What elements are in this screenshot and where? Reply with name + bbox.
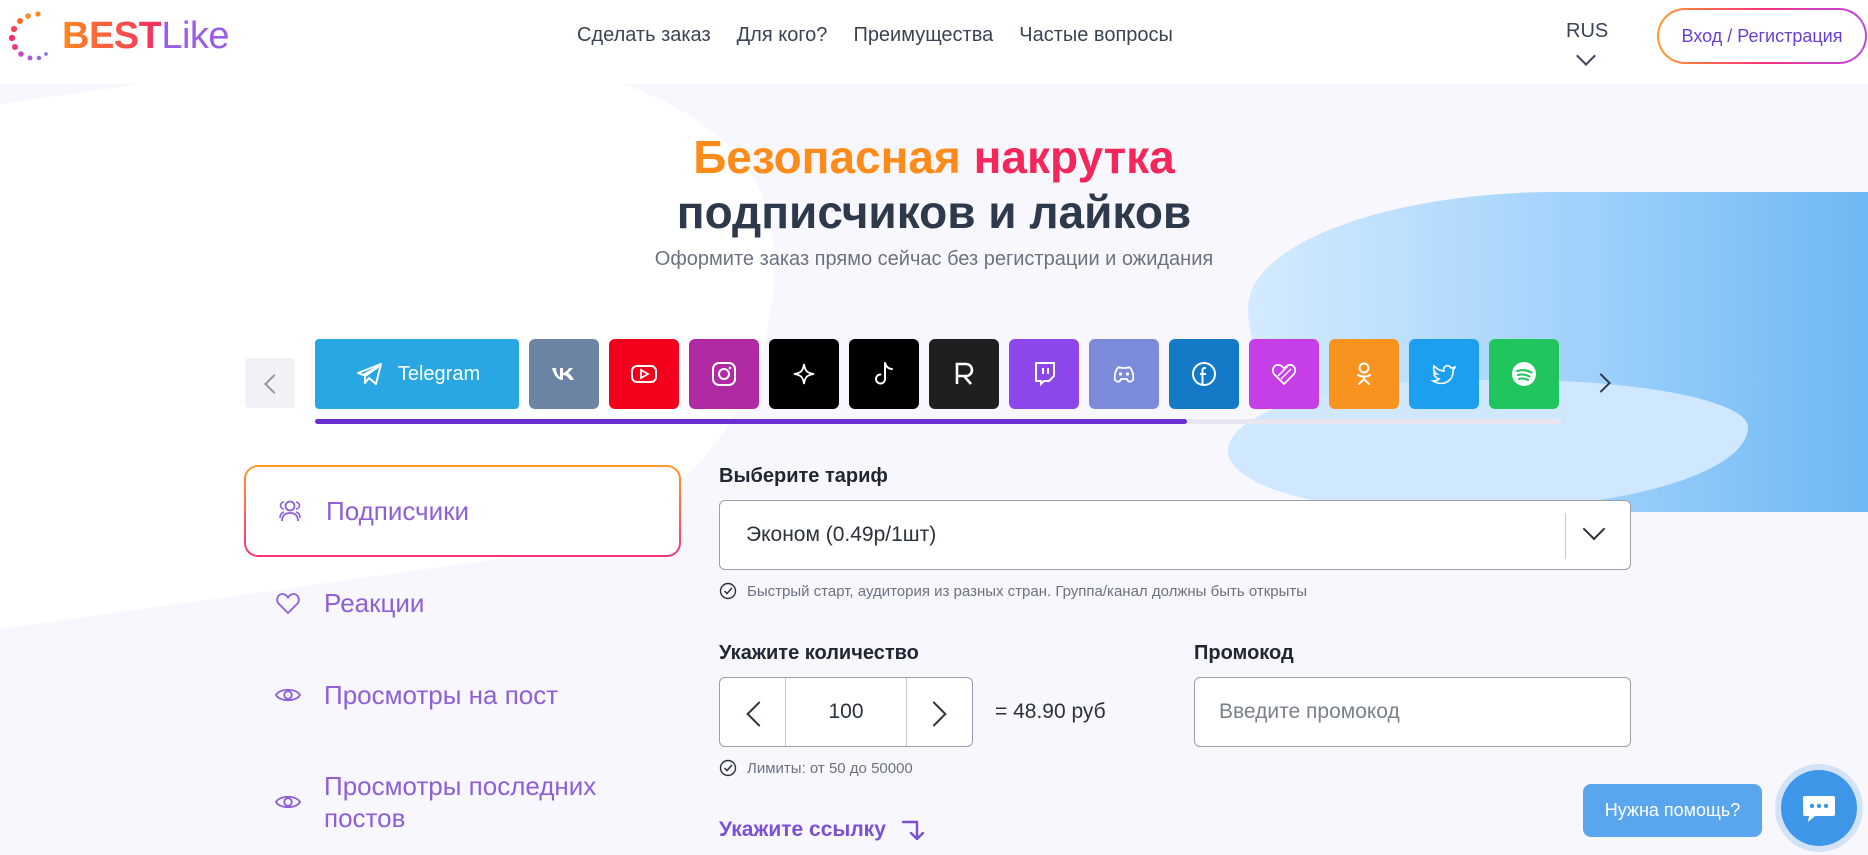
chat-bubble-icon [1803,796,1835,822]
platform-twitter[interactable] [1409,339,1479,409]
arrow-down-right-icon [901,820,925,841]
order-form: Выберите тариф Эконом (0.49р/1шт) Быстры… [719,465,1631,843]
quantity-increase-button[interactable] [906,678,972,746]
nav-for-whom[interactable]: Для кого? [737,24,828,47]
link-label: Укажите ссылку [719,817,1631,843]
platform-threads[interactable] [769,339,839,409]
category-reactions-label: Реакции [324,587,425,618]
category-recent-posts-views[interactable]: Просмотры последних постов [244,747,681,855]
platform-facebook[interactable] [1169,339,1239,409]
carousel-scrollbar[interactable] [315,419,1561,424]
category-reactions[interactable]: Реакции [244,557,681,649]
select-divider [1565,513,1566,559]
nav-faq[interactable]: Частые вопросы [1019,24,1173,47]
help-button[interactable]: Нужна помощь? [1583,784,1762,837]
twitter-icon [1430,364,1456,385]
quantity-decrease-button[interactable] [720,678,786,746]
platform-discord[interactable] [1089,339,1159,409]
chevron-down-icon [1582,517,1606,541]
quantity-input[interactable] [786,678,906,746]
language-selector[interactable]: RUS [1566,20,1609,66]
platform-carousel: Telegram [315,339,1559,409]
check-circle-icon [719,582,737,600]
nav-order[interactable]: Сделать заказ [577,24,711,47]
hero-title-line1: Безопасная накрутка [0,130,1868,184]
heart-icon [1271,364,1297,386]
quantity-label: Укажите количество [719,642,919,664]
logo-best: BEST [62,14,162,57]
hero-title-word2: накрутка [973,131,1175,183]
category-subscribers[interactable]: Подписчики [244,465,681,557]
promo-input[interactable] [1194,677,1631,747]
youtube-icon [631,365,657,383]
twitch-icon [1035,362,1055,387]
hero: Безопасная накрутка подписчиков и лайков… [0,130,1868,271]
chevron-down-icon [1576,46,1596,66]
discord-icon [1113,366,1135,383]
platform-vk[interactable] [529,339,599,409]
platform-odnoklassniki[interactable] [1329,339,1399,409]
tariff-hint-text: Быстрый старт, аудитория из разных стран… [747,582,1308,600]
logo-text: BESTLike [62,14,230,58]
platform-spotify[interactable] [1489,339,1559,409]
category-post-views[interactable]: Просмотры на пост [244,649,681,741]
tariff-hint: Быстрый старт, аудитория из разных стран… [719,582,1631,600]
odnoklassniki-icon [1357,362,1371,385]
platform-tiktok[interactable] [849,339,919,409]
heart-icon [276,593,300,615]
language-label: RUS [1566,20,1609,42]
site-header: BESTLike Сделать заказ Для кого? Преимущ… [0,0,1868,84]
facebook-icon [1192,362,1216,386]
total-price: = 48.90 руб [995,700,1106,723]
tiktok-icon [875,362,893,385]
nav-advantages[interactable]: Преимущества [853,24,993,47]
vk-icon [552,368,574,380]
platform-twitch[interactable] [1009,339,1079,409]
eye-icon [274,688,302,702]
hero-title-word1: Безопасная [693,131,961,183]
tariff-label: Выберите тариф [719,465,888,487]
link-label-text: Укажите ссылку [719,818,886,841]
login-register-button[interactable]: Вход / Регистрация [1657,8,1867,64]
users-icon [279,500,301,522]
instagram-icon [712,362,736,386]
quantity-section: Укажите количество = 48.90 руб Лимиты: о… [719,642,1194,777]
promo-label: Промокод [1194,642,1294,664]
sparkle-icon [793,363,815,385]
service-categories: Подписчики Реакции Просмотры на пост Про… [244,465,681,855]
platform-likee[interactable] [1249,339,1319,409]
quantity-promo-row: Укажите количество = 48.90 руб Лимиты: о… [719,642,1631,777]
platform-telegram-label: Telegram [397,362,481,385]
logo-like: Like [161,14,230,57]
eye-icon [274,795,302,809]
quantity-hint: Лимиты: от 50 до 50000 [719,759,1194,777]
quantity-controls: = 48.90 руб [719,677,1194,747]
carousel-prev-button[interactable] [245,358,295,408]
tariff-selected-value: Эконом (0.49р/1шт) [746,523,937,546]
promo-section: Промокод [1194,642,1631,777]
rutube-icon [955,362,974,385]
logo[interactable]: BESTLike [8,10,230,62]
chat-button[interactable] [1781,770,1857,846]
quantity-hint-text: Лимиты: от 50 до 50000 [747,759,913,777]
category-post-views-label: Просмотры на пост [324,679,559,710]
logo-dots-icon [8,10,56,62]
platform-telegram[interactable]: Telegram [315,339,519,409]
platform-youtube[interactable] [609,339,679,409]
main-nav: Сделать заказ Для кого? Преимущества Час… [577,24,1173,47]
category-subscribers-label: Подписчики [326,495,470,526]
category-recent-posts-views-label: Просмотры последних постов [324,771,597,833]
spotify-icon [1512,362,1536,386]
platform-rutube[interactable] [929,339,999,409]
carousel-scrollbar-thumb[interactable] [315,419,1188,424]
tariff-select[interactable]: Эконом (0.49р/1шт) [719,500,1631,570]
carousel-next-button[interactable] [1590,358,1620,408]
quantity-stepper [719,677,973,747]
platform-instagram[interactable] [689,339,759,409]
check-circle-icon [719,759,737,777]
hero-subtitle: Оформите заказ прямо сейчас без регистра… [654,248,1214,270]
hero-title-line2: подписчиков и лайков [676,186,1192,238]
telegram-icon [356,363,382,385]
